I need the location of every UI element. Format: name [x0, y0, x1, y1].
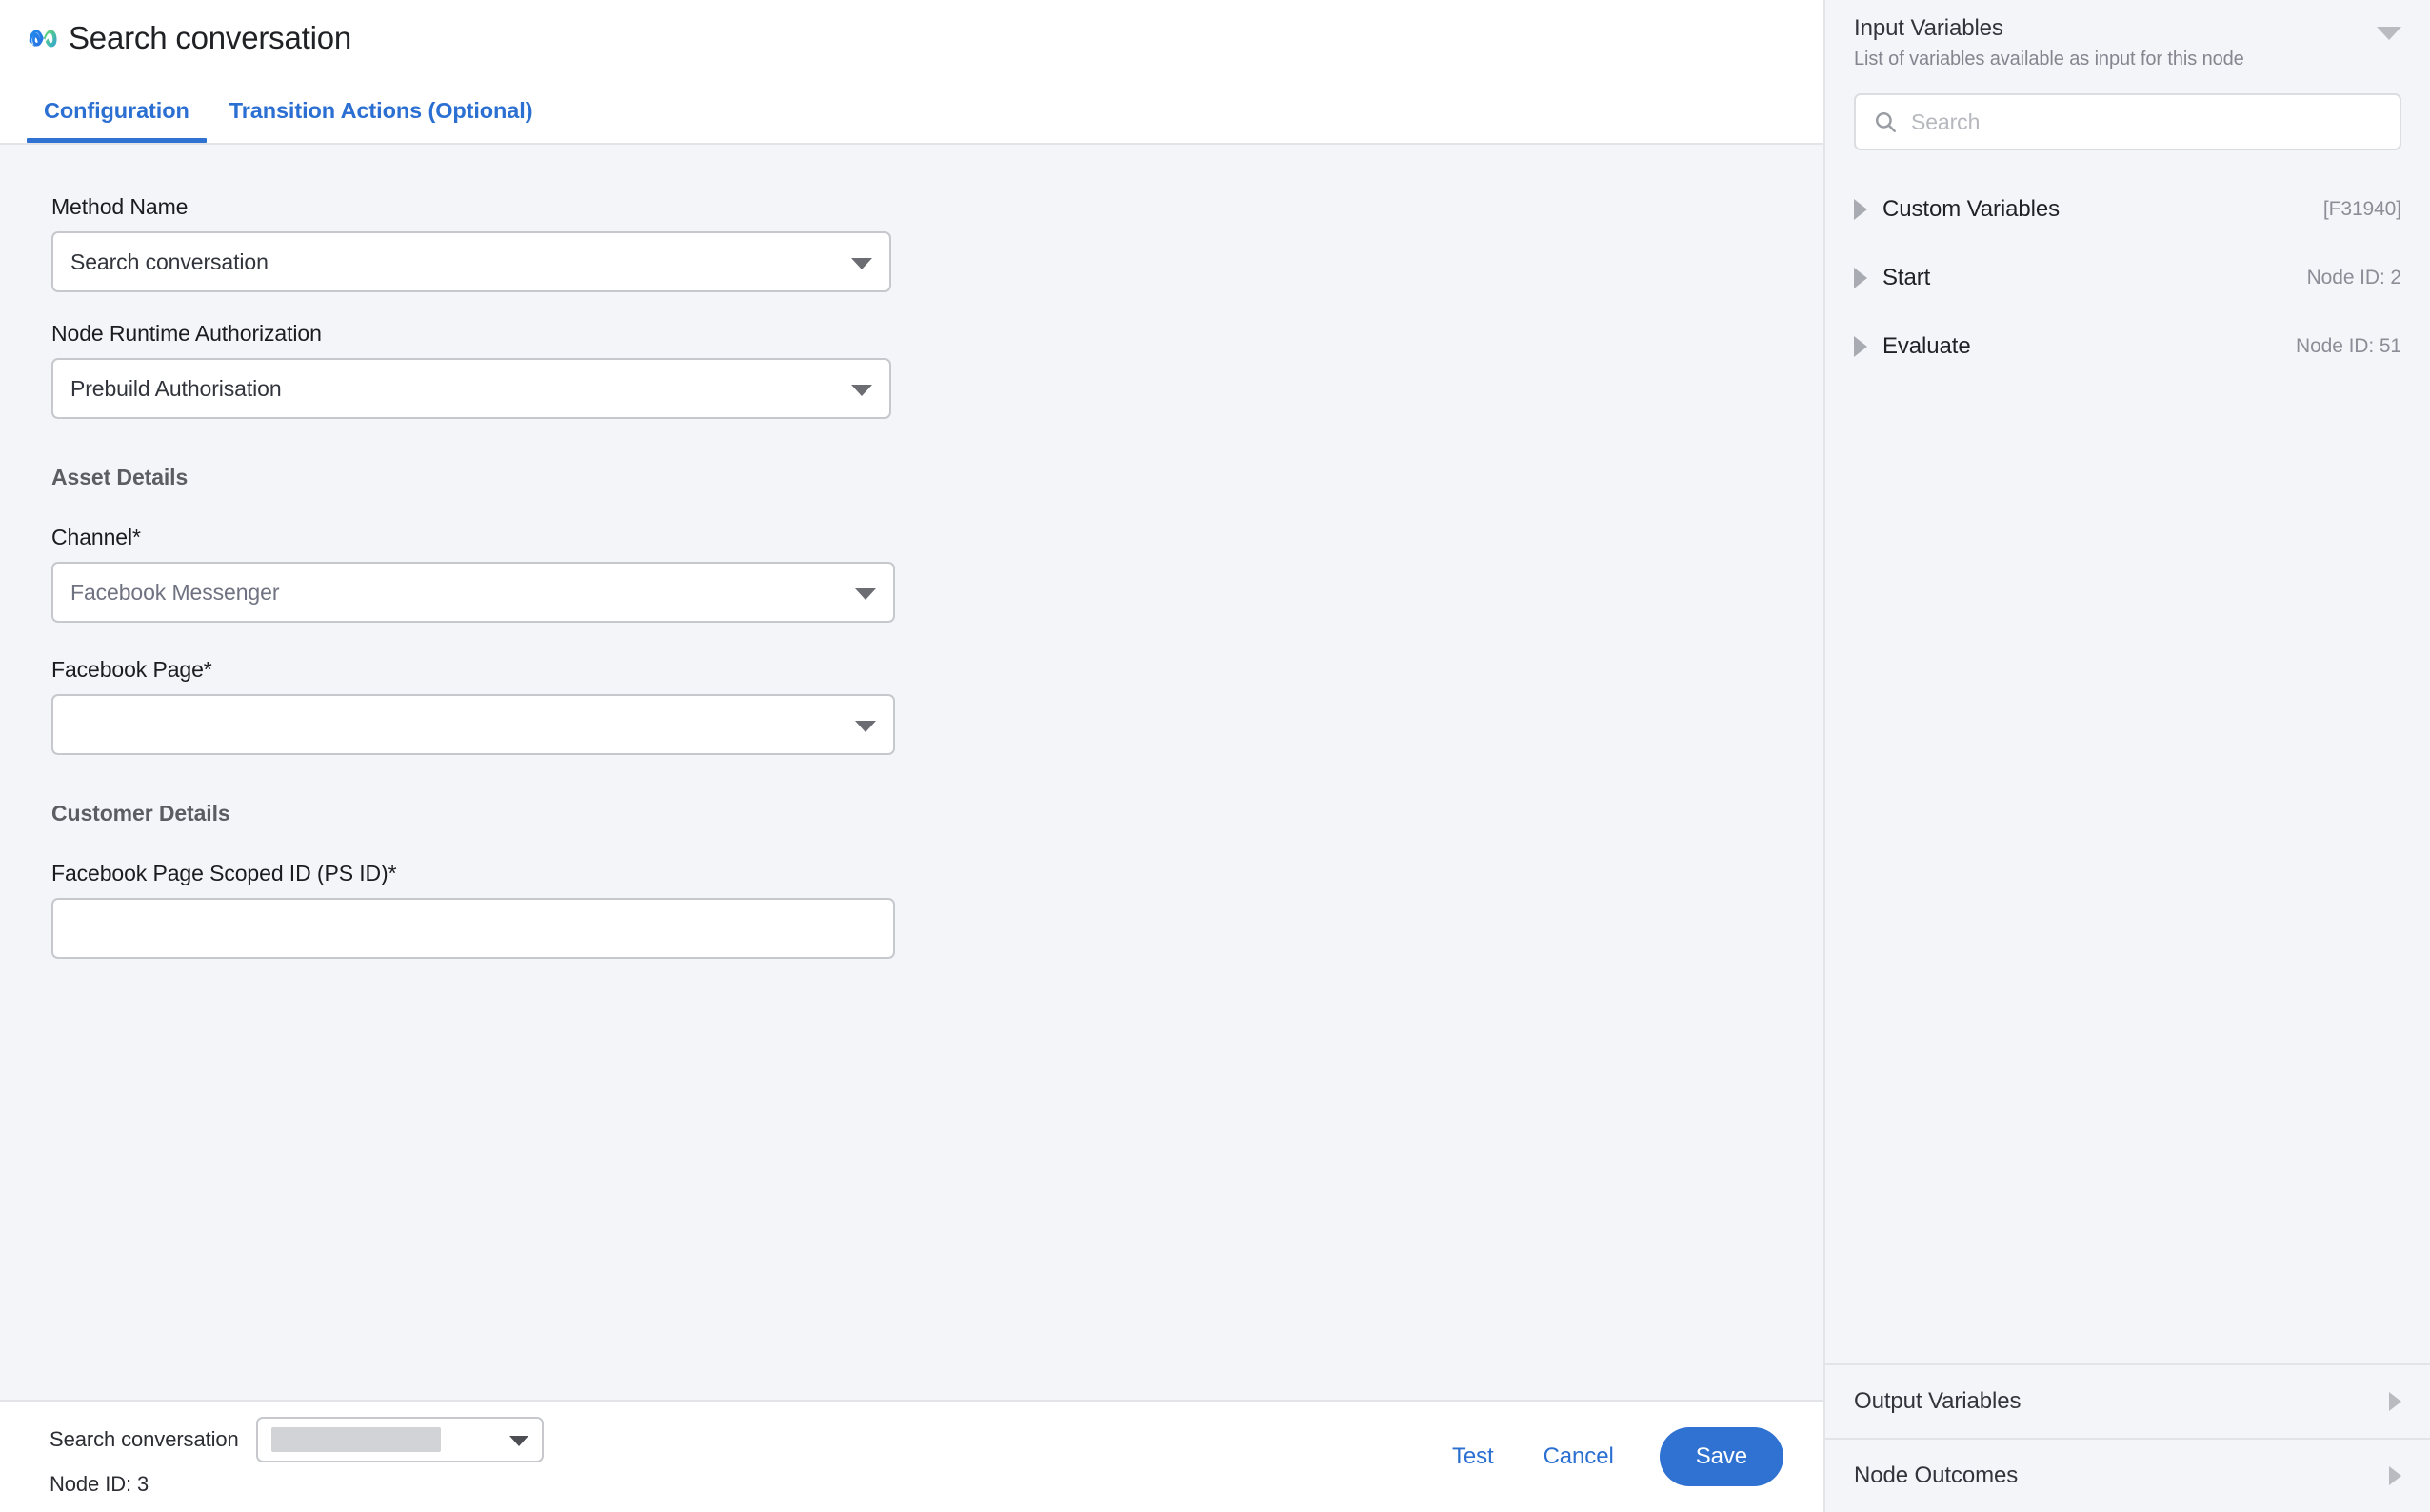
chevron-down-icon	[851, 385, 872, 396]
tab-transition-actions[interactable]: Transition Actions (Optional)	[212, 98, 550, 143]
chevron-right-icon	[2389, 1466, 2401, 1485]
section-output-variables[interactable]: Output Variables	[1825, 1363, 2430, 1438]
tab-bar: Configuration Transition Actions (Option…	[0, 59, 1823, 143]
sidebar-search-box[interactable]: Search	[1854, 93, 2401, 150]
field-node-runtime-auth: Node Runtime Authorization Prebuild Auth…	[51, 321, 1823, 419]
footer-outcome-select[interactable]	[255, 1417, 544, 1462]
footer-node-row: Search conversation	[50, 1417, 544, 1462]
ps-id-label: Facebook Page Scoped ID (PS ID)*	[51, 861, 397, 885]
app-root: Search conversation Configuration Transi…	[0, 0, 2430, 1512]
section-node-outcomes[interactable]: Node Outcomes	[1825, 1438, 2430, 1512]
channel-select[interactable]: Facebook Messenger	[51, 562, 895, 623]
search-icon	[1875, 111, 1896, 132]
footer-node-info: Search conversation Node ID: 3	[50, 1417, 544, 1497]
channel-value: Facebook Messenger	[70, 579, 280, 605]
main-header: Search conversation Configuration Transi…	[0, 0, 1823, 145]
sidebar-subtitle: List of variables available as input for…	[1854, 49, 2244, 70]
method-name-select[interactable]: Search conversation	[51, 231, 891, 292]
tab-configuration[interactable]: Configuration	[27, 98, 207, 143]
node-runtime-auth-value: Prebuild Authorisation	[70, 375, 282, 401]
chevron-right-icon	[2389, 1392, 2401, 1411]
chevron-down-icon	[855, 588, 876, 600]
variable-row-evaluate[interactable]: Evaluate Node ID: 51	[1854, 312, 2401, 381]
sidebar-title: Input Variables	[1854, 15, 2003, 41]
footer-actions: Test Cancel Save	[1427, 1427, 1783, 1486]
method-name-label: Method Name	[51, 194, 189, 219]
chevron-down-icon	[508, 1436, 528, 1446]
sidebar-top: Input Variables List of variables availa…	[1825, 0, 2430, 1363]
channel-label: Channel*	[51, 525, 141, 549]
title-row: Search conversation	[0, 0, 1823, 59]
test-button[interactable]: Test	[1427, 1443, 1519, 1470]
chevron-down-icon	[851, 258, 872, 269]
main-footer: Search conversation Node ID: 3 Test Canc…	[0, 1400, 1823, 1512]
facebook-page-label: Facebook Page*	[51, 657, 212, 682]
method-name-value: Search conversation	[70, 249, 269, 274]
meta-infinity-logo-icon	[29, 30, 57, 48]
section-label: Node Outcomes	[1854, 1462, 2019, 1488]
variable-id: Node ID: 51	[2296, 335, 2401, 357]
sidebar-header: Input Variables List of variables availa…	[1854, 0, 2401, 70]
sidebar-header-text: Input Variables List of variables availa…	[1854, 13, 2377, 70]
field-facebook-page: Facebook Page*	[51, 657, 1823, 755]
section-label: Output Variables	[1854, 1388, 2022, 1414]
chevron-right-icon	[1854, 268, 1867, 288]
page-title: Search conversation	[69, 20, 352, 55]
chevron-down-icon	[855, 721, 876, 732]
header-divider	[0, 143, 1823, 145]
variable-row-custom-variables[interactable]: Custom Variables [F31940]	[1854, 175, 2401, 244]
chevron-right-icon	[1854, 336, 1867, 357]
variable-tree: Custom Variables [F31940] Start Node ID:…	[1854, 175, 2401, 381]
variable-name: Evaluate	[1882, 333, 1971, 359]
footer-node-name: Search conversation	[50, 1427, 239, 1451]
node-runtime-auth-select[interactable]: Prebuild Authorisation	[51, 358, 891, 419]
variable-name: Custom Variables	[1882, 196, 2061, 222]
footer-node-id: Node ID: 3	[50, 1472, 149, 1496]
sidebar-bottom-sections: Output Variables Node Outcomes	[1825, 1363, 2430, 1512]
configuration-form: Method Name Search conversation Node Run…	[0, 145, 1823, 1400]
input-variables-sidebar: Input Variables List of variables availa…	[1823, 0, 2430, 1512]
save-button[interactable]: Save	[1659, 1427, 1783, 1486]
variable-name: Start	[1882, 265, 1931, 290]
variable-id: [F31940]	[2322, 198, 2401, 220]
asset-details-heading: Asset Details	[51, 465, 189, 489]
customer-details-heading: Customer Details	[51, 801, 230, 826]
field-channel: Channel* Facebook Messenger	[51, 525, 1823, 623]
variable-id: Node ID: 2	[2306, 267, 2401, 288]
variable-row-start[interactable]: Start Node ID: 2	[1854, 244, 2401, 312]
field-ps-id: Facebook Page Scoped ID (PS ID)*	[51, 861, 1823, 959]
node-runtime-auth-label: Node Runtime Authorization	[51, 321, 322, 346]
footer-outcome-placeholder	[270, 1427, 441, 1452]
main-panel: Search conversation Configuration Transi…	[0, 0, 1823, 1512]
cancel-button[interactable]: Cancel	[1519, 1443, 1639, 1470]
sidebar-search-placeholder: Search	[1911, 109, 1981, 134]
facebook-page-select[interactable]	[51, 694, 895, 755]
chevron-right-icon	[1854, 199, 1867, 220]
collapse-chevron-down-icon[interactable]	[2377, 27, 2401, 40]
field-method-name: Method Name Search conversation	[51, 194, 1823, 292]
ps-id-input[interactable]	[51, 898, 895, 959]
